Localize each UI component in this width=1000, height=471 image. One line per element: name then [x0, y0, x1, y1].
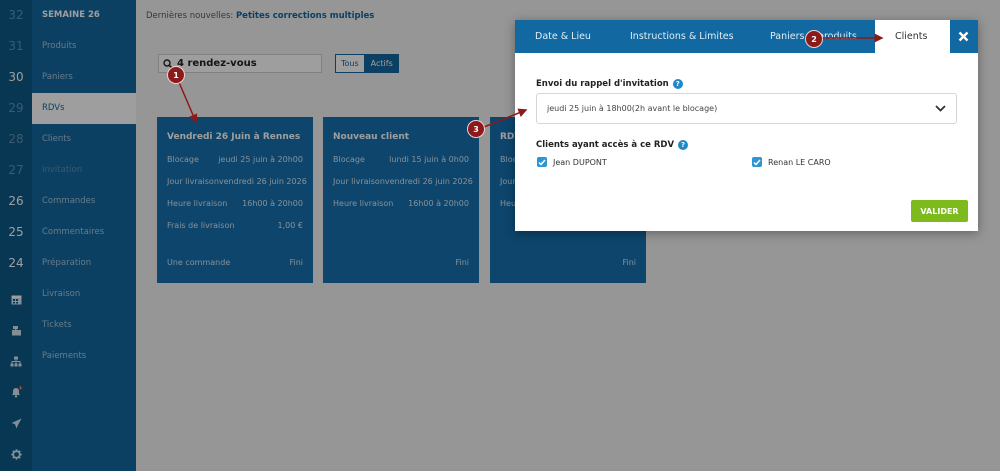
reminder-select[interactable]: jeudi 25 juin à 18h00(2h avant le blocag…	[536, 93, 957, 124]
reminder-section: Envoi du rappel d'invitation ?	[536, 79, 683, 89]
reminder-select-value: jeudi 25 juin à 18h00(2h avant le blocag…	[547, 104, 718, 113]
clients-label: Clients ayant accès à ce RDV	[536, 140, 675, 150]
chevron-down-icon	[935, 105, 946, 112]
client-checkbox-row[interactable]: Jean DUPONT	[537, 157, 607, 167]
client-name: Renan LE CARO	[768, 157, 831, 167]
step-marker-2: 2	[805, 30, 823, 48]
help-icon[interactable]: ?	[678, 140, 689, 150]
checkbox-checked-icon[interactable]	[537, 157, 547, 167]
clients-section: Clients ayant accès à ce RDV ?	[536, 140, 689, 150]
close-icon	[958, 31, 968, 42]
help-icon[interactable]: ?	[672, 79, 683, 89]
tab-clients[interactable]: Clients	[875, 20, 950, 53]
tab-instructions-limites[interactable]: Instructions & Limites	[610, 20, 750, 53]
validate-button[interactable]: VALIDER	[911, 200, 968, 222]
rdv-edit-modal: Date & Lieu Instructions & Limites Panie…	[515, 20, 978, 231]
checkbox-checked-icon[interactable]	[752, 157, 762, 167]
tab-date-lieu[interactable]: Date & Lieu	[515, 20, 610, 53]
client-checkbox-row[interactable]: Renan LE CARO	[752, 157, 831, 167]
modal-tabs: Date & Lieu Instructions & Limites Panie…	[515, 20, 978, 53]
client-name: Jean DUPONT	[553, 157, 607, 167]
close-button[interactable]	[948, 20, 978, 53]
step-marker-1: 1	[167, 66, 185, 84]
step-marker-3: 3	[467, 120, 485, 138]
reminder-label: Envoi du rappel d'invitation	[536, 79, 669, 89]
